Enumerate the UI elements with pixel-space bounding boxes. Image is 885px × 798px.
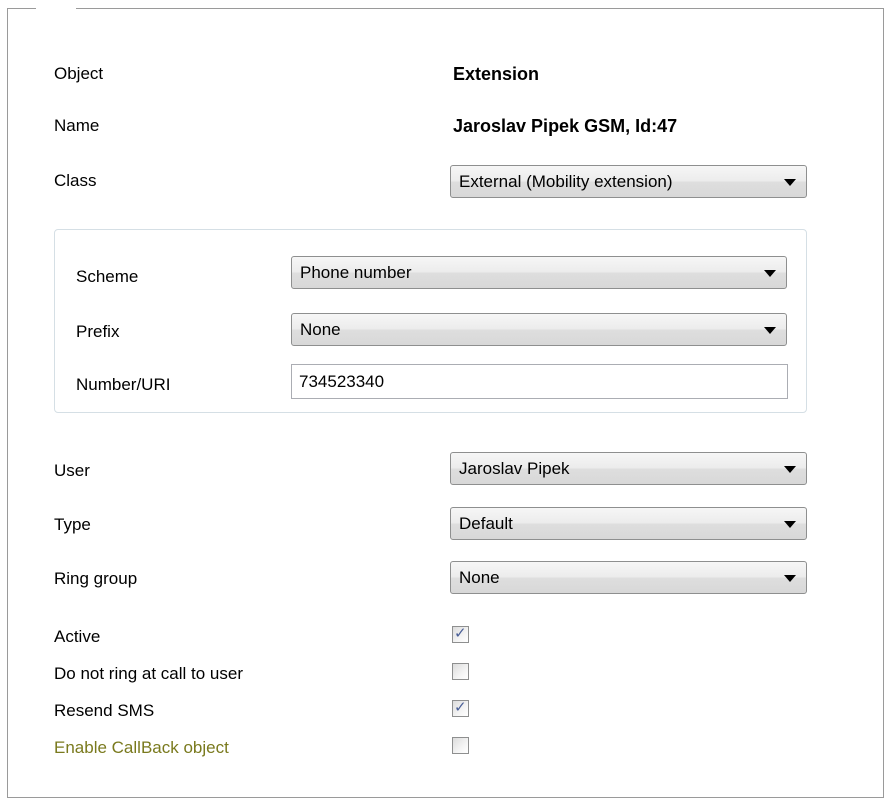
prefix-select-value: None: [300, 320, 341, 339]
do-not-ring-label: Do not ring at call to user: [54, 664, 243, 683]
ring-group-select[interactable]: None: [450, 561, 807, 594]
active-checkbox[interactable]: ✓: [452, 625, 469, 643]
name-value: Jaroslav Pipek GSM, Id:47: [453, 116, 678, 136]
chevron-down-icon: [784, 466, 796, 473]
object-label: Object: [54, 64, 104, 83]
resend-sms-checkbox[interactable]: ✓: [452, 699, 469, 717]
type-select[interactable]: Default: [450, 507, 807, 540]
chevron-down-icon: [764, 270, 776, 277]
type-select-value: Default: [459, 514, 513, 533]
enable-callback-label: Enable CallBack object: [54, 738, 229, 757]
scheme-label: Scheme: [76, 267, 139, 286]
chevron-down-icon: [784, 179, 796, 186]
check-icon: ✓: [454, 699, 467, 716]
type-label: Type: [54, 515, 91, 534]
object-value: Extension: [453, 64, 540, 84]
scheme-select[interactable]: Phone number: [291, 256, 787, 289]
class-label: Class: [54, 171, 97, 190]
number-label: Number/URI: [76, 375, 171, 394]
active-label: Active: [54, 627, 101, 646]
class-select[interactable]: External (Mobility extension): [450, 165, 807, 198]
chevron-down-icon: [784, 521, 796, 528]
ring-group-label: Ring group: [54, 569, 138, 588]
user-select-value: Jaroslav Pipek: [459, 459, 570, 478]
class-select-value: External (Mobility extension): [459, 172, 673, 191]
chevron-down-icon: [764, 327, 776, 334]
name-label: Name: [54, 116, 100, 135]
resend-sms-label: Resend SMS: [54, 701, 155, 720]
panel-caption-gap: [36, 7, 76, 13]
number-uri-input[interactable]: 734523340: [291, 364, 788, 399]
check-icon: ✓: [454, 625, 467, 642]
user-select[interactable]: Jaroslav Pipek: [450, 452, 807, 485]
chevron-down-icon: [784, 575, 796, 582]
prefix-label: Prefix: [76, 322, 120, 341]
scheme-select-value: Phone number: [300, 263, 412, 282]
enable-callback-checkbox[interactable]: [452, 737, 469, 754]
user-label: User: [54, 461, 90, 480]
ring-group-select-value: None: [459, 568, 500, 587]
do-not-ring-checkbox[interactable]: [452, 663, 469, 680]
prefix-select[interactable]: None: [291, 313, 787, 346]
